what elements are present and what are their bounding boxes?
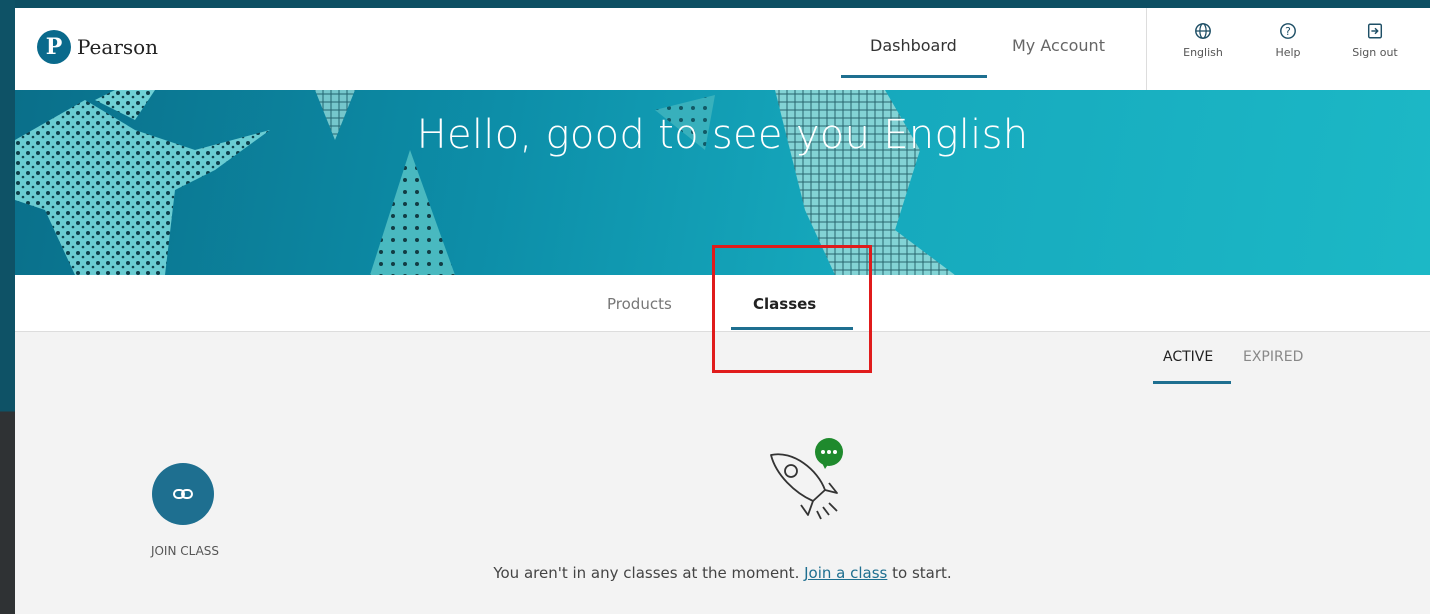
help-label: Help [1275,46,1301,59]
window-frame-left [0,0,15,614]
tab-products[interactable]: Products [607,295,672,313]
help-button[interactable]: ? Help [1258,22,1318,59]
join-class-link[interactable]: Join a class [804,564,887,582]
nav-dashboard[interactable]: Dashboard [870,36,957,55]
nav-my-account[interactable]: My Account [1012,36,1105,55]
brand-name: Pearson [77,35,159,59]
filter-active[interactable]: ACTIVE [1163,349,1213,365]
join-class-label: JOIN CLASS [150,544,220,558]
top-header: P Pearson Dashboard My Account English ?… [15,8,1430,90]
pearson-logo[interactable]: P Pearson [37,30,158,64]
sign-out-label: Sign out [1352,46,1398,59]
sign-out-button[interactable]: Sign out [1345,22,1405,59]
empty-message-text: You aren't in any classes at the moment. [493,564,805,582]
link-icon [173,489,193,499]
welcome-greeting: Hello, good to see you English [416,112,1029,158]
empty-message-suffix: to start. [887,564,952,582]
highlight-box [712,245,872,373]
nav-active-indicator [841,75,987,78]
sign-out-icon [1367,23,1383,39]
language-button[interactable]: English [1173,22,1233,59]
globe-icon [1195,23,1211,39]
rocket-icon [770,438,843,520]
pearson-logo-icon: P [37,30,71,64]
filter-active-indicator [1153,381,1231,384]
help-icon: ? [1280,23,1296,39]
join-class-button[interactable] [152,463,214,525]
page-content: P Pearson Dashboard My Account English ?… [15,8,1430,614]
empty-classes-message: You aren't in any classes at the moment.… [15,564,1430,582]
filter-expired[interactable]: EXPIRED [1243,349,1303,365]
language-label: English [1183,46,1223,59]
header-divider [1146,8,1147,90]
svg-text:?: ? [1285,25,1291,38]
